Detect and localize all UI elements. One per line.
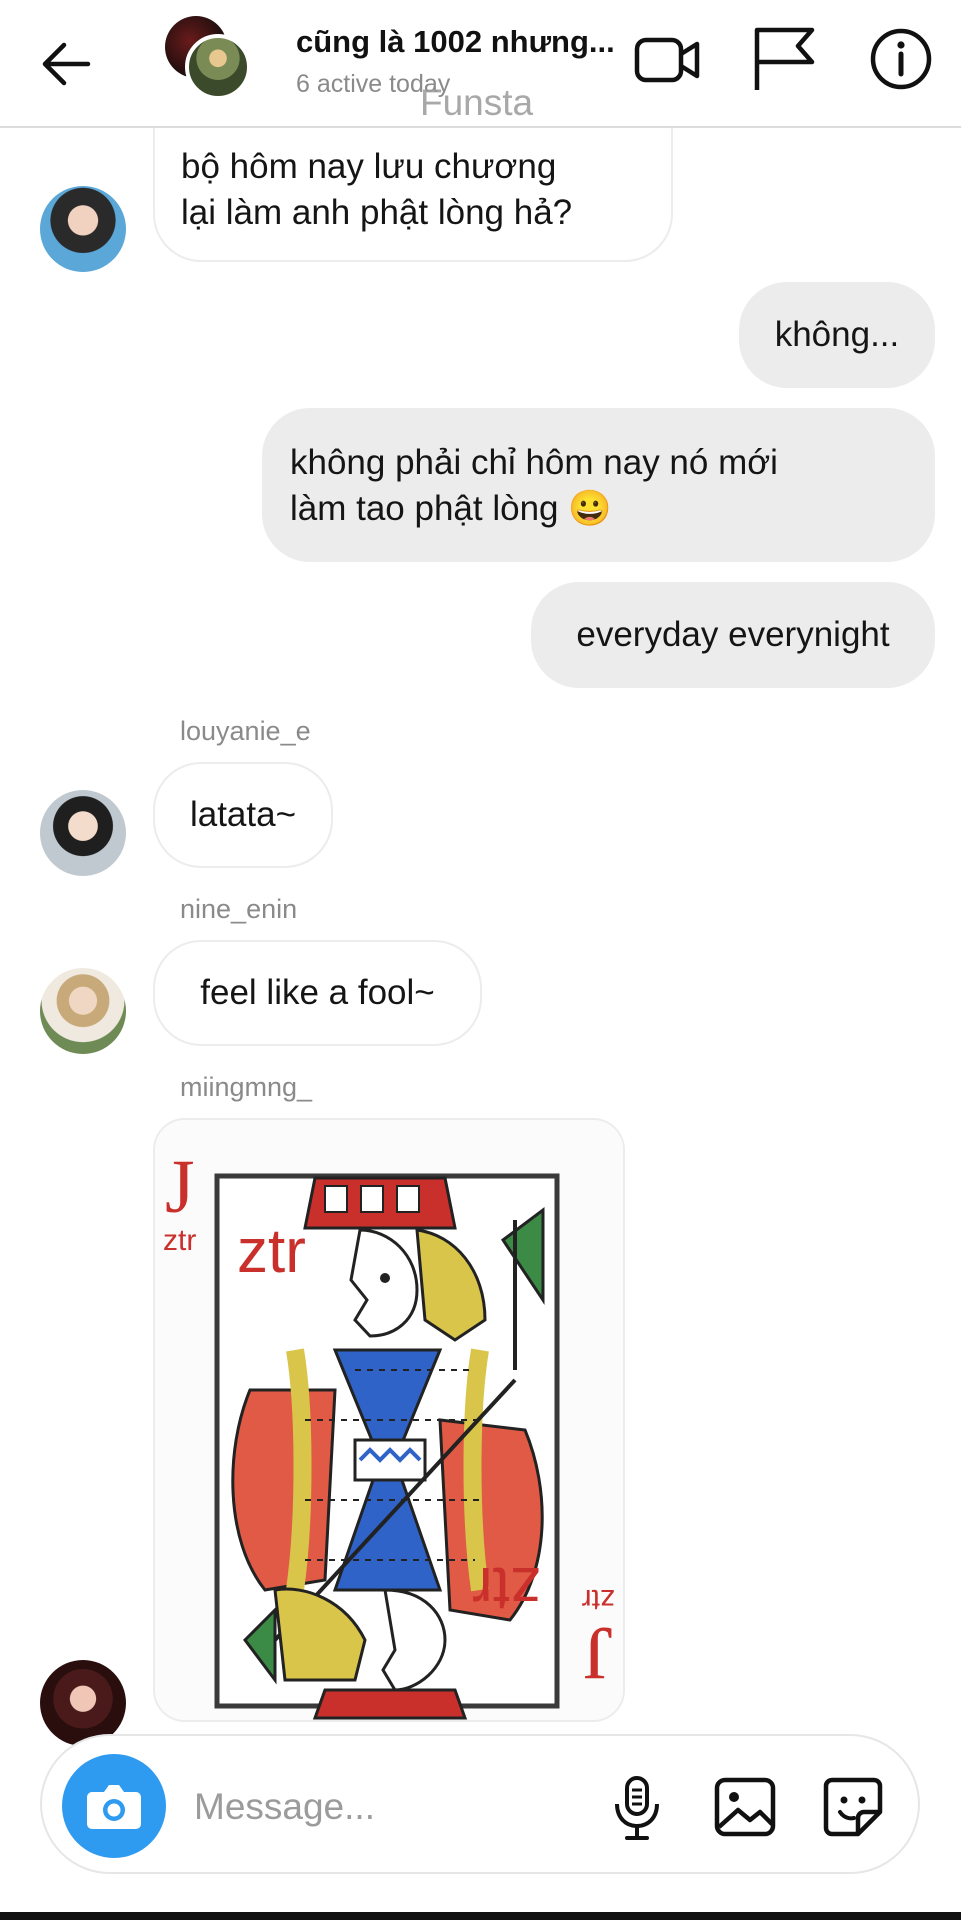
camera-button[interactable] (62, 1754, 166, 1858)
sticker-button[interactable] (818, 1772, 888, 1842)
microphone-icon (615, 1776, 659, 1840)
chat-title[interactable]: cũng là 1002 nhưng... (296, 24, 636, 60)
message-text: không... (774, 315, 900, 354)
info-button[interactable] (866, 24, 936, 94)
image-message[interactable]: J ztr ztr ztr J ztr (153, 1118, 625, 1722)
card-suit-bottom: ztr (582, 1583, 615, 1616)
message-text: feel like a fool~ (200, 973, 435, 1012)
flag-icon (754, 27, 815, 90)
card-rank-bottom: J (583, 1611, 613, 1695)
sender-name: louyanie_e (180, 716, 311, 746)
back-button[interactable] (38, 36, 94, 92)
message-text: everyday everynight (576, 615, 890, 654)
message-bubble-outgoing[interactable]: không phải chỉ hôm nay nó mới làm tao ph… (262, 408, 935, 562)
message-bubble-outgoing[interactable]: everyday everynight (531, 582, 935, 688)
chat-header: cũng là 1002 nhưng... 6 active today Fun… (0, 0, 961, 128)
video-call-button[interactable] (632, 24, 702, 94)
message-bubble-incoming[interactable]: feel like a fool~ (153, 940, 482, 1046)
image-icon (714, 1777, 776, 1837)
watermark-text: Funsta (420, 82, 534, 123)
message-text: latata~ (189, 795, 297, 834)
message-text: lại làm anh phật lòng hả? (181, 193, 573, 232)
avatar (185, 34, 251, 100)
sender-name: miingmng_ (180, 1072, 313, 1102)
message-text: bộ hôm nay lưu chương (181, 147, 557, 186)
voice-message-button[interactable] (602, 1772, 672, 1842)
message-bubble-incoming[interactable]: latata~ (153, 762, 333, 868)
avatar[interactable] (40, 790, 126, 876)
video-camera-icon (634, 37, 700, 83)
message-composer (40, 1734, 920, 1874)
card-face-text-bottom: ztr (472, 1554, 541, 1623)
info-icon (870, 28, 932, 90)
card-face-text-top: ztr (237, 1217, 306, 1286)
sender-name: nine_enin (180, 894, 298, 924)
system-nav-bar (0, 1912, 961, 1920)
group-avatar[interactable] (165, 16, 255, 100)
avatar[interactable] (40, 968, 126, 1054)
sticker-icon (823, 1777, 883, 1837)
camera-icon (87, 1785, 141, 1829)
message-bubble-outgoing[interactable]: không... (739, 282, 935, 388)
arrow-left-icon (42, 42, 91, 86)
report-button[interactable] (748, 24, 818, 94)
card-suit-top: ztr (163, 1224, 196, 1257)
message-text: không phải chỉ hôm nay nó mới (290, 443, 778, 482)
card-rank-top: J (165, 1145, 195, 1229)
gallery-button[interactable] (710, 1772, 780, 1842)
avatar[interactable] (40, 186, 126, 272)
message-text: làm tao phật lòng 😀 (290, 489, 612, 528)
message-input[interactable] (192, 1774, 616, 1840)
jack-playing-card-image: J ztr ztr ztr J ztr (155, 1120, 623, 1720)
message-bubble-incoming[interactable]: bộ hôm nay lưu chương lại làm anh phật l… (153, 120, 673, 262)
